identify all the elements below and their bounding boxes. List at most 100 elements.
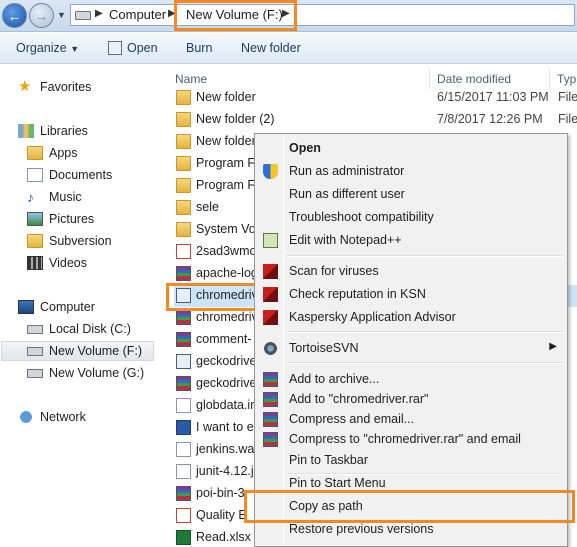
- menu-label: Add to archive...: [289, 372, 380, 386]
- kaspersky-icon: [263, 310, 278, 325]
- folder-icon: [176, 178, 191, 193]
- nav-item-libraries[interactable]: Libraries: [18, 121, 88, 141]
- open-button[interactable]: Open: [127, 41, 158, 55]
- videos-icon: [27, 256, 43, 270]
- file-name: apache-log: [196, 266, 258, 280]
- menu-label: Edit with Notepad++: [289, 233, 402, 247]
- menu-item-edit-with-notepad[interactable]: Edit with Notepad++: [257, 229, 565, 251]
- rar-icon: [176, 486, 191, 501]
- file-row[interactable]: New folder 6/15/2017 11:03 PM File: [174, 87, 577, 109]
- column-divider[interactable]: [549, 69, 550, 89]
- back-button[interactable]: ←: [2, 3, 27, 28]
- burn-button[interactable]: Burn: [186, 41, 212, 55]
- file-date: 7/8/2017 12:26 PM: [437, 112, 543, 126]
- menu-item-run-as-administrator[interactable]: Run as administrator: [257, 160, 565, 182]
- menu-label: Pin to Taskbar: [289, 453, 368, 467]
- menu-item-add-to-rar[interactable]: Add to "chromedriver.rar": [257, 388, 565, 410]
- file-name: New folder: [196, 90, 256, 104]
- nav-item-computer[interactable]: Computer: [18, 297, 95, 317]
- menu-item-pin-to-taskbar[interactable]: Pin to Taskbar: [257, 449, 565, 471]
- nav-label: Apps: [49, 146, 78, 160]
- file-name: New folder (2): [196, 112, 275, 126]
- recent-pages-dropdown[interactable]: ▼: [57, 10, 66, 20]
- nav-label: Documents: [49, 168, 113, 182]
- file-name: 2sad3wmc: [196, 244, 256, 258]
- organize-label: Organize: [16, 41, 67, 55]
- file-name: poi-bin-3.: [196, 486, 249, 500]
- nav-item-apps[interactable]: Apps: [27, 143, 78, 163]
- menu-item-troubleshoot-compatibility[interactable]: Troubleshoot compatibility: [257, 206, 565, 228]
- nav-item-music[interactable]: ♪ Music: [27, 187, 82, 207]
- menu-item-scan-for-viruses[interactable]: Scan for viruses: [257, 260, 565, 282]
- nav-item-local-disk-c[interactable]: Local Disk (C:): [27, 319, 131, 339]
- file-name: jenkins.war: [196, 442, 259, 456]
- menu-item-compress-rar-and-email[interactable]: Compress to "chromedriver.rar" and email: [257, 428, 565, 450]
- column-header-date-modified[interactable]: Date modified: [437, 72, 511, 86]
- navigation-pane: ★ Favorites Libraries Apps Documents ♪ M…: [0, 65, 165, 547]
- menu-label: Compress and email...: [289, 412, 415, 426]
- kaspersky-icon: [263, 287, 278, 302]
- pictures-icon: [27, 212, 43, 226]
- winrar-icon: [263, 412, 278, 427]
- file-row[interactable]: New folder (2) 7/8/2017 12:26 PM File: [174, 109, 577, 131]
- nav-item-videos[interactable]: Videos: [27, 253, 87, 273]
- rar-icon: [176, 310, 191, 325]
- file-name: geckodrive: [196, 376, 257, 390]
- menu-separator: [287, 362, 563, 364]
- menu-item-compress-and-email[interactable]: Compress and email...: [257, 408, 565, 430]
- nav-label: New Volume (G:): [49, 366, 145, 380]
- file-name: junit-4.12.j: [196, 464, 254, 478]
- nav-label: Music: [49, 190, 82, 204]
- nav-item-subversion[interactable]: Subversion: [27, 231, 112, 251]
- path-box[interactable]: ▶ Computer ▶ New Volume (F:) ▶: [70, 4, 575, 26]
- column-divider[interactable]: [429, 69, 430, 89]
- nav-item-new-volume-f[interactable]: New Volume (F:): [1, 341, 154, 361]
- nav-item-new-volume-g[interactable]: New Volume (G:): [27, 363, 144, 383]
- organize-button[interactable]: Organize ▼: [16, 41, 79, 55]
- nav-label: Videos: [49, 256, 87, 270]
- new-folder-button[interactable]: New folder: [241, 41, 301, 55]
- folder-icon: [27, 146, 43, 160]
- folder-icon: [27, 234, 43, 248]
- chevron-right-icon[interactable]: ▶: [95, 8, 103, 19]
- column-header-name[interactable]: Name: [175, 72, 207, 86]
- file-name: geckodrive: [196, 354, 257, 368]
- nav-label: Computer: [40, 300, 95, 314]
- file-name: sele: [196, 200, 219, 214]
- menu-item-check-reputation[interactable]: Check reputation in KSN: [257, 283, 565, 305]
- context-menu: Open Run as administrator Run as differe…: [254, 133, 568, 547]
- nav-label: New Volume (F:): [49, 344, 143, 358]
- nav-label: Subversion: [49, 234, 112, 248]
- highlight-breadcrumb: [174, 0, 297, 31]
- menu-label: Compress to "chromedriver.rar" and email: [289, 432, 521, 446]
- nav-item-network[interactable]: Network: [18, 407, 86, 427]
- folder-icon: [176, 222, 191, 237]
- menu-label: Troubleshoot compatibility: [289, 210, 434, 224]
- highlight-copy-as-path: [244, 490, 575, 523]
- menu-item-add-to-archive[interactable]: Add to archive...: [257, 368, 565, 390]
- doc-icon: [176, 398, 191, 413]
- address-bar: ← → ▼ ▶ Computer ▶ New Volume (F:) ▶: [0, 0, 577, 32]
- drive-icon: [27, 346, 43, 356]
- command-bar: Organize ▼ Open Burn New folder: [0, 33, 577, 64]
- menu-item-run-as-different-user[interactable]: Run as different user: [257, 183, 565, 205]
- file-date: 6/15/2017 11:03 PM: [437, 90, 549, 104]
- highlight-selected-file: [166, 283, 263, 311]
- menu-item-tortoisesvn[interactable]: TortoiseSVN ▶: [257, 337, 565, 359]
- doc-icon: [176, 464, 191, 479]
- nav-item-pictures[interactable]: Pictures: [27, 209, 94, 229]
- menu-label: Scan for viruses: [289, 264, 379, 278]
- nav-item-documents[interactable]: Documents: [27, 165, 112, 185]
- file-type: File: [558, 112, 577, 126]
- shield-icon: [263, 164, 278, 179]
- menu-item-open[interactable]: Open: [257, 137, 565, 159]
- chevron-down-icon: ▼: [57, 10, 66, 20]
- menu-item-kaspersky-advisor[interactable]: Kaspersky Application Advisor: [257, 306, 565, 328]
- breadcrumb-computer[interactable]: Computer: [109, 7, 166, 22]
- network-icon: [18, 410, 34, 424]
- forward-button[interactable]: →: [29, 3, 54, 28]
- rar-icon: [176, 376, 191, 391]
- column-header-type[interactable]: Typ: [557, 72, 576, 86]
- nav-label: Network: [40, 410, 86, 424]
- nav-item-favorites[interactable]: ★ Favorites: [18, 77, 91, 97]
